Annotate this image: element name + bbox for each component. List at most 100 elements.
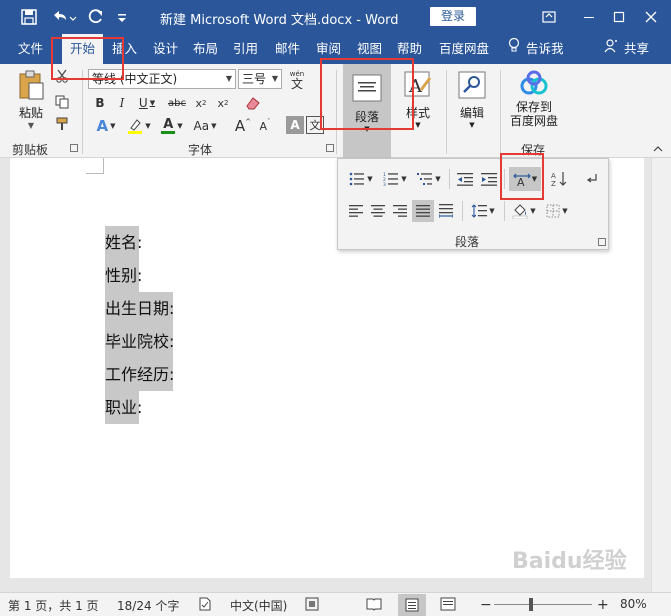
subscript-button[interactable]: x2 [192,94,210,112]
phonetic-guide-button[interactable]: wén 文 [286,67,308,91]
zoom-slider-thumb[interactable] [529,598,533,611]
page-count[interactable]: 第 1 页，共 1 页 [8,597,99,614]
macro-record-icon[interactable] [305,597,319,614]
copy-icon[interactable] [54,94,70,110]
zoom-out-icon[interactable]: − [480,597,492,613]
line-spacing-button[interactable]: ▼ [468,201,498,221]
lightbulb-icon [508,34,520,64]
doc-line-birthdate[interactable]: 出生日期: [105,292,174,325]
borders-button[interactable]: ▼ [542,201,572,221]
print-layout-icon[interactable] [398,594,426,616]
doc-line-experience[interactable]: 工作经历: [105,358,174,391]
align-left-icon[interactable] [346,201,366,221]
strikethrough-button[interactable]: abc [166,94,188,112]
language-indicator[interactable]: 中文(中国) [230,597,287,614]
superscript-button[interactable]: x2 [214,94,232,112]
editing-button-label: 编辑 [459,106,484,120]
tab-layout[interactable]: 布局 [193,34,218,64]
shrink-font-button[interactable]: Aˇ [256,116,274,136]
paragraph-launcher-icon[interactable] [598,238,606,246]
clipboard-launcher-icon[interactable] [70,144,78,152]
character-shading-button[interactable]: A [286,116,304,134]
share-label: 共享 [624,41,650,56]
align-center-icon[interactable] [368,201,388,221]
login-button[interactable]: 登录 [430,7,476,26]
italic-button[interactable]: I [114,94,130,112]
redo-icon[interactable] [86,7,106,27]
paste-button[interactable]: 粘贴 ▼ [12,70,50,130]
tab-references[interactable]: 引用 [233,34,258,64]
align-right-icon[interactable] [390,201,410,221]
share-button[interactable]: 共享 [604,34,649,64]
customize-qat-icon[interactable] [114,7,130,27]
tab-design[interactable]: 设计 [153,34,178,64]
svg-text:Z: Z [551,180,556,187]
search-icon [458,71,486,99]
minimize-icon[interactable] [578,6,600,28]
editing-button[interactable]: 编辑 ▼ [452,70,492,129]
undo-icon[interactable] [50,7,78,27]
bullets-button[interactable]: ▼ [346,169,376,189]
distributed-align-icon[interactable] [436,201,456,221]
editing-dropdown-icon: ▼ [469,121,475,129]
bold-button[interactable]: B [92,94,108,112]
save-to-label-2: 百度网盘 [509,114,558,128]
doc-line-school[interactable]: 毕业院校: [105,325,174,358]
font-launcher-icon[interactable] [326,144,334,152]
doc-line-occupation[interactable]: 职业: [105,391,142,424]
shading-button[interactable]: ▼ [508,201,540,221]
font-group-label: 字体 [188,143,213,157]
highlight-box-chinese-layout [500,153,544,200]
multilevel-list-button[interactable]: ▼ [414,169,444,189]
save-icon[interactable] [18,7,40,27]
margin-corner-mark [86,158,104,174]
change-case-button[interactable]: Aa ▼ [190,116,220,136]
styles-dropdown-icon: ▼ [415,121,421,129]
save-to-baidu-button[interactable]: 保存到 百度网盘 [504,70,564,128]
doc-line-gender[interactable]: 性别: [105,259,142,292]
font-size-dropdown-icon: ▼ [271,74,278,83]
font-size-combo[interactable]: 三号 ▼ [238,69,282,89]
panel-divider [462,201,463,221]
doc-line-name[interactable]: 姓名: [105,226,142,259]
underline-button[interactable]: U ▼ [136,94,158,112]
tab-baidu-netdisk[interactable]: 百度网盘 [439,34,489,64]
numbering-button[interactable]: 1 2 3 ▼ [380,169,410,189]
close-icon[interactable] [640,6,662,28]
format-painter-icon[interactable] [54,116,70,132]
read-mode-icon[interactable] [366,597,382,614]
web-layout-icon[interactable] [440,597,456,614]
person-icon [604,34,618,64]
zoom-level[interactable]: 80% [620,597,647,611]
collapse-ribbon-icon[interactable] [652,144,664,154]
grow-font-button[interactable]: A ^ [234,116,252,136]
sort-icon[interactable]: AZ [548,169,570,189]
bullets-icon [349,172,365,186]
line-spacing-icon [471,204,488,218]
tell-me-box[interactable]: 告诉我 [508,34,564,64]
ribbon-display-options-icon[interactable] [538,6,560,28]
highlight-color-button[interactable]: ▼ [124,116,154,136]
maximize-icon[interactable] [608,6,630,28]
font-color-button[interactable]: A ▼ [158,116,186,136]
zoom-in-icon[interactable]: + [597,597,609,613]
justify-icon[interactable] [412,200,434,222]
tab-mailings[interactable]: 邮件 [275,34,300,64]
word-count[interactable]: 18/24 个字 [117,597,179,614]
zoom-slider-track[interactable] [494,604,592,605]
proofing-icon[interactable] [198,597,212,614]
vertical-scrollbar[interactable] [651,158,671,592]
clear-formatting-icon[interactable] [244,94,262,112]
panel-divider [504,201,505,221]
numbering-icon: 123 [383,172,399,186]
font-name-dropdown-icon: ▼ [225,74,232,83]
text-effects-icon: A [96,117,109,135]
highlighter-icon [128,119,143,134]
decrease-indent-icon[interactable] [454,169,476,189]
enclose-char-label: 文 [309,119,321,132]
text-effects-button[interactable]: A ▼ [92,116,120,136]
show-formatting-marks-icon[interactable] [582,169,602,189]
increase-indent-icon[interactable] [478,169,500,189]
paragraph-dropdown-panel: ▼ 1 2 3 ▼ ▼ A ▼ AZ ▼ ▼ ▼ 段落 [337,158,609,250]
tab-file[interactable]: 文件 [18,34,43,64]
